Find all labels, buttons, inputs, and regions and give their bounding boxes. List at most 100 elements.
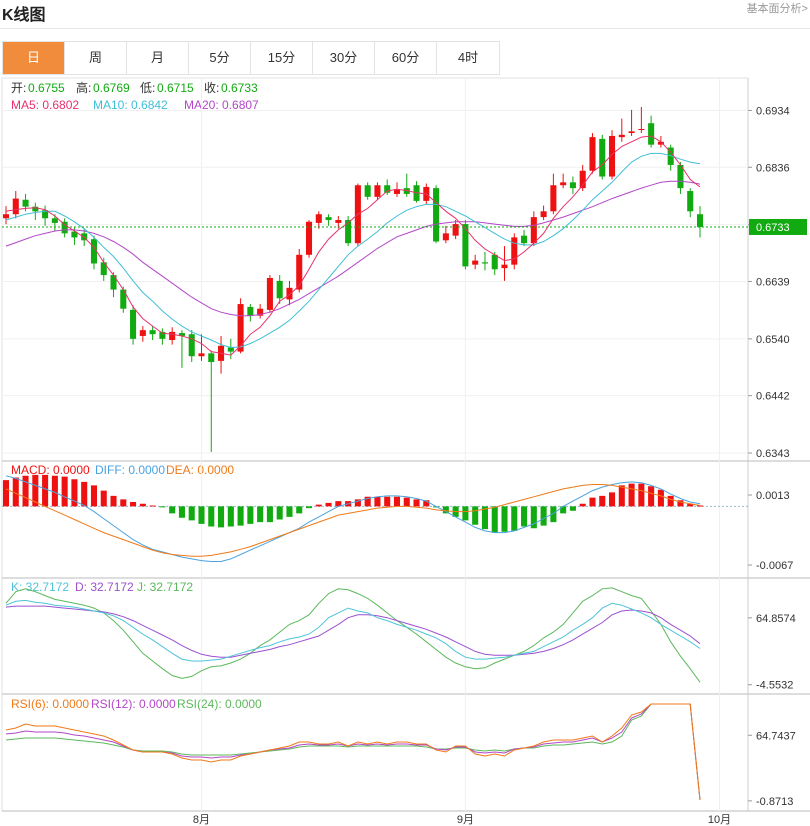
y-tick-label: 0.6343 (756, 448, 790, 460)
candle-body (374, 185, 381, 197)
legend-low-label: 低: (140, 81, 155, 95)
macd-histogram-bar (2, 480, 10, 507)
legend-k: K: 32.7172 (11, 580, 69, 594)
macd-histogram-bar (130, 502, 137, 507)
candle-body (110, 275, 117, 290)
legend-ma5: MA5: 0.6802 (11, 98, 79, 112)
macd-histogram-bar (266, 506, 273, 523)
macd-histogram-bar (22, 475, 29, 507)
macd-histogram-bar (579, 503, 586, 507)
candle-body (100, 262, 107, 276)
candle-body (296, 254, 303, 290)
candle-body (51, 218, 58, 223)
macd-histogram-bar (237, 506, 244, 526)
kdj-j-line (5, 587, 701, 683)
candle-body (139, 330, 146, 336)
candle-body (188, 334, 195, 357)
macd-histogram-bar (227, 506, 234, 527)
legend-d: D: 32.7172 (75, 580, 134, 594)
candle-body (569, 182, 576, 189)
candle-body (648, 123, 655, 145)
rsi24-line (5, 703, 701, 801)
candle-body (638, 129, 645, 131)
kdj-k-line (5, 599, 701, 662)
macd-histogram-bar (305, 506, 313, 509)
macd-histogram-bar (198, 506, 205, 524)
legend-rsi6: RSI(6): 0.0000 (11, 697, 89, 711)
candle-body (325, 217, 332, 221)
macd-histogram-bar (90, 485, 98, 507)
ma5-line (5, 135, 701, 356)
legend-close-value: 0.6733 (221, 81, 258, 95)
macd-histogram-bar (218, 506, 225, 528)
macd-histogram-bar (315, 504, 322, 507)
plot-area: 8月9月10月0.69340.68360.67370.66390.65400.6… (1, 77, 810, 826)
candle-body (364, 185, 371, 197)
macd-histogram-bar (247, 506, 254, 524)
macd-histogram-bar (139, 503, 146, 507)
candle-body (208, 353, 215, 363)
macd-histogram-bar (472, 506, 479, 525)
macd-histogram-bar (149, 505, 156, 507)
candle-body (521, 235, 528, 244)
macd-histogram-bar (374, 496, 381, 507)
x-tick-label: 10月 (708, 814, 731, 826)
y-tick-label: 0.6836 (756, 162, 790, 174)
macd-histogram-bar (540, 506, 547, 526)
macd-histogram-bar (81, 481, 88, 507)
candle-body (481, 262, 488, 264)
candle-body (501, 264, 508, 269)
macd-histogram-bar (638, 483, 645, 507)
macd-histogram-bar (51, 475, 58, 507)
macd-y-tick-label: -0.0067 (756, 560, 793, 572)
candle-body (696, 214, 704, 227)
legend-j: J: 32.7172 (137, 580, 193, 594)
macd-histogram-bar (169, 506, 176, 514)
macd-histogram-bar (569, 506, 576, 511)
candle-body (227, 347, 234, 352)
macd-histogram-bar (696, 505, 704, 507)
legend-rsi24: RSI(24): 0.0000 (177, 697, 262, 711)
rsi6-line (5, 703, 701, 801)
macd-histogram-bar (159, 506, 166, 508)
last-price-label: 0.6733 (756, 222, 790, 234)
macd-histogram-bar (325, 502, 332, 507)
rsi-y-tick-label: 64.7437 (756, 730, 796, 742)
candle-body (589, 137, 596, 171)
macd-y-tick-label: 0.0013 (756, 490, 790, 502)
candle-body (687, 191, 694, 212)
macd-histogram-bar (413, 499, 420, 507)
legend-dea: DEA: 0.0000 (166, 463, 234, 477)
rsi12-line (5, 703, 701, 801)
candle-body (198, 353, 205, 357)
macd-histogram-bar (110, 495, 117, 507)
candle-body (169, 331, 176, 341)
macd-histogram-bar (491, 506, 498, 533)
candle-body (560, 182, 567, 186)
kline-chart[interactable]: 开: 0.6755 高: 0.6769 低: 0.6715 收: 0.6733 … (0, 0, 810, 826)
candle-body (12, 198, 19, 215)
macd-histogram-bar (589, 497, 596, 507)
candle-body (433, 188, 440, 242)
candle-body (452, 224, 459, 236)
candle-body (599, 138, 606, 177)
candle-body (130, 309, 137, 339)
legend-ma20: MA20: 0.6807 (184, 98, 259, 112)
macd-histogram-bar (608, 492, 616, 507)
legend-rsi12: RSI(12): 0.0000 (91, 697, 176, 711)
kdj-y-tick-label: 64.8574 (756, 613, 796, 625)
macd-histogram-bar (42, 474, 49, 507)
x-tick-label: 9月 (457, 814, 474, 826)
candle-body (315, 214, 322, 223)
legend-high-value: 0.6769 (93, 81, 130, 95)
legend-open-label: 开: (11, 81, 26, 95)
macd-histogram-bar (403, 497, 410, 507)
legend-high-label: 高: (76, 80, 91, 95)
candle-body (491, 254, 498, 270)
macd-histogram-bar (657, 489, 664, 507)
kdj-y-tick-label: -4.5532 (756, 680, 793, 692)
legend-diff: DIFF: 0.0000 (95, 463, 165, 477)
macd-histogram-bar (462, 506, 469, 521)
ma20-line (5, 180, 701, 317)
macd-histogram-bar (296, 506, 303, 514)
